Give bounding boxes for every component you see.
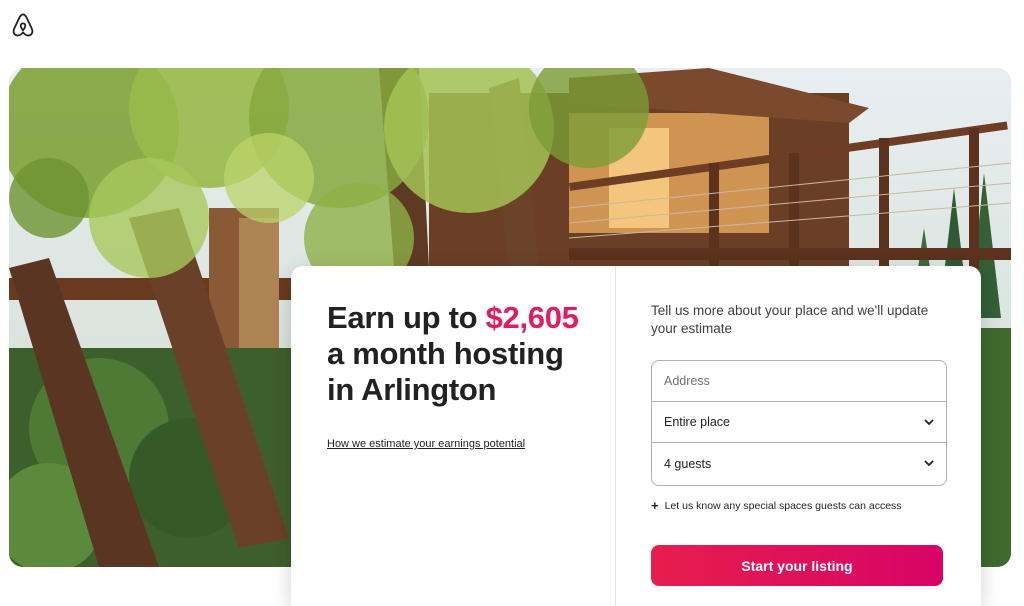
card-divider <box>615 266 616 606</box>
chevron-down-icon <box>924 419 934 426</box>
earnings-card: Earn up to $2,605 a month hosting in Arlin… <box>291 266 981 606</box>
form-prompt: Tell us more about your place and we'll … <box>651 303 929 336</box>
chevron-down-icon <box>924 460 934 467</box>
listing-form: Address Entire place 4 guests <box>651 360 947 486</box>
special-spaces-button[interactable]: + Let us know any special spaces guests … <box>651 498 902 513</box>
guests-select[interactable]: 4 guests <box>652 443 946 484</box>
estimate-info-link[interactable]: How we estimate your earnings potential <box>327 438 525 450</box>
headline-line3: in Arlington <box>327 372 497 407</box>
earnings-headline: Earn up to $2,605 a month hosting in Arlin… <box>327 300 617 408</box>
headline-line2: a month hosting <box>327 336 564 371</box>
place-type-select[interactable]: Entire place <box>652 402 946 443</box>
place-type-value: Entire place <box>664 415 731 429</box>
guests-value: 4 guests <box>664 456 712 471</box>
address-input[interactable]: Address <box>652 361 946 402</box>
plus-icon: + <box>651 498 659 513</box>
special-spaces-label: Let us know any special spaces guests ca… <box>664 499 902 512</box>
airbnb-logo-icon[interactable] <box>10 10 36 40</box>
earnings-amount: $2,605 <box>485 300 579 335</box>
listing-form-panel: Tell us more about your place and we'll … <box>651 266 951 606</box>
earnings-panel: Earn up to $2,605 a month hosting in Arlin… <box>291 266 615 606</box>
start-listing-button[interactable]: Start your listing <box>651 545 943 586</box>
headline-prefix: Earn up to <box>327 300 486 335</box>
